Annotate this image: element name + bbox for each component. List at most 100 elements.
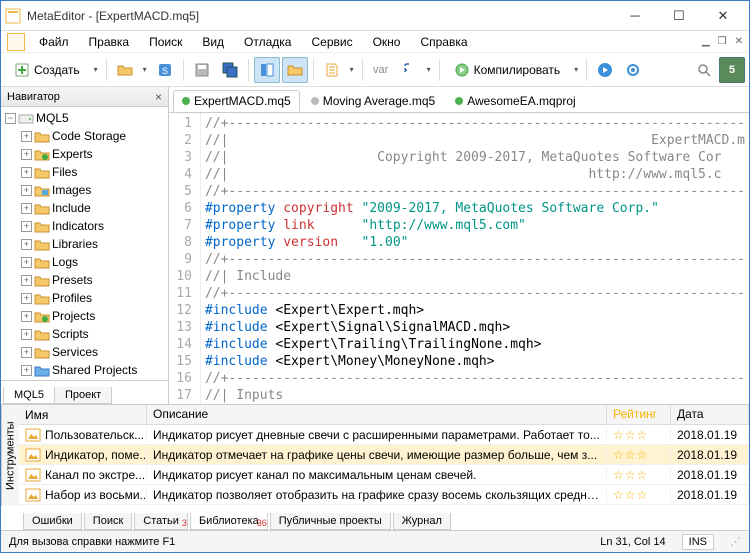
table-row[interactable]: Пользовательск...Индикатор рисует дневны… <box>19 425 749 445</box>
expand-icon[interactable]: + <box>21 293 32 304</box>
bottom-tab[interactable]: Поиск <box>84 513 132 530</box>
notification-button[interactable]: 5 <box>719 57 745 83</box>
tree-root[interactable]: − MQL5 <box>1 109 168 127</box>
source-text[interactable]: //+-------------------------------------… <box>201 113 749 404</box>
tree-item[interactable]: +Experts <box>1 145 168 163</box>
code-area[interactable]: 1234567891011121314151617 //+-----------… <box>169 113 749 404</box>
expand-icon[interactable]: + <box>21 221 32 232</box>
mdi-close-icon[interactable]: ✕ <box>731 36 747 47</box>
editor-tab[interactable]: AwesomeEA.mqproj <box>446 90 585 112</box>
function-dropdown[interactable]: ▾ <box>424 65 434 74</box>
bottom-tab[interactable]: Ошибки <box>23 513 82 530</box>
create-button[interactable]: Создать <box>5 57 89 83</box>
compile-dropdown[interactable]: ▾ <box>571 65 581 74</box>
editor-tab[interactable]: Moving Average.mq5 <box>302 90 445 112</box>
expand-icon[interactable]: + <box>21 167 32 178</box>
rating-stars: ☆☆☆ <box>607 468 671 482</box>
menu-Поиск[interactable]: Поиск <box>139 33 192 51</box>
close-button[interactable]: ✕ <box>701 2 745 30</box>
titlebar: MetaEditor - [ExpertMACD.mq5] ─ ☐ ✕ <box>1 1 749 31</box>
navigator-tree[interactable]: − MQL5 +Code Storage+Experts+Files+Image… <box>1 107 168 380</box>
save-button[interactable] <box>189 57 215 83</box>
expand-icon[interactable]: + <box>21 311 32 322</box>
mql5-storage-button[interactable]: S <box>152 57 178 83</box>
compile-button[interactable]: Компилировать <box>445 57 570 83</box>
bottom-tab[interactable]: Библиотека36 <box>190 513 268 530</box>
navigator-toggle-button[interactable] <box>254 57 280 83</box>
svg-text:S: S <box>162 66 168 76</box>
navigator-close-icon[interactable]: × <box>155 90 162 104</box>
styler-button[interactable] <box>319 57 345 83</box>
menu-Отладка[interactable]: Отладка <box>234 33 301 51</box>
minimize-button[interactable]: ─ <box>613 2 657 30</box>
menu-Сервис[interactable]: Сервис <box>301 33 362 51</box>
folder-icon <box>34 255 50 269</box>
styler-dropdown[interactable]: ▾ <box>347 65 357 74</box>
tree-item[interactable]: +Include <box>1 199 168 217</box>
system-menu-icon[interactable] <box>7 33 25 51</box>
function-list-button[interactable] <box>396 57 422 83</box>
menu-Правка[interactable]: Правка <box>79 33 140 51</box>
expand-icon[interactable]: + <box>21 275 32 286</box>
create-dropdown[interactable]: ▾ <box>91 65 101 74</box>
save-all-button[interactable] <box>217 57 243 83</box>
nav-tab-mql5[interactable]: MQL5 <box>3 387 55 404</box>
menu-Вид[interactable]: Вид <box>192 33 234 51</box>
expand-icon[interactable]: + <box>21 185 32 196</box>
bottom-tabs: ОшибкиПоискСтатьи3Библиотека36Публичные … <box>19 506 749 530</box>
tree-item[interactable]: +Files <box>1 163 168 181</box>
resize-grip-icon[interactable]: ⋰ <box>730 535 741 548</box>
open-button[interactable] <box>112 57 138 83</box>
status-ins[interactable]: INS <box>682 534 714 550</box>
tree-item[interactable]: +Scripts <box>1 325 168 343</box>
tree-item[interactable]: +Indicators <box>1 217 168 235</box>
mdi-minimize-icon[interactable]: ▁ <box>698 36 714 47</box>
open-dropdown[interactable]: ▾ <box>140 65 150 74</box>
tree-item[interactable]: +Presets <box>1 271 168 289</box>
expand-icon[interactable]: + <box>21 239 32 250</box>
tree-item[interactable]: +Code Storage <box>1 127 168 145</box>
settings-button[interactable] <box>620 57 646 83</box>
tree-item[interactable]: +Libraries <box>1 235 168 253</box>
tree-item[interactable]: +Services <box>1 343 168 361</box>
expand-icon[interactable]: + <box>21 131 32 142</box>
item-icon <box>25 488 41 502</box>
expand-icon[interactable]: + <box>21 329 32 340</box>
mdi-restore-icon[interactable]: ❐ <box>714 36 731 47</box>
navigator-panel: Навигатор × − MQL5 +Code Storage+Experts… <box>1 87 169 404</box>
tree-item[interactable]: +Shared Projects <box>1 361 168 379</box>
line-gutter: 1234567891011121314151617 <box>169 113 201 404</box>
editor-tab[interactable]: ExpertMACD.mq5 <box>173 90 300 112</box>
bottom-vertical-tab[interactable]: Инструменты <box>1 405 19 506</box>
expand-icon[interactable]: + <box>21 365 32 376</box>
expand-icon[interactable]: + <box>21 149 32 160</box>
nav-tab-project[interactable]: Проект <box>54 387 112 404</box>
collapse-icon[interactable]: − <box>5 113 16 124</box>
bottom-tab[interactable]: Публичные проекты <box>270 513 391 530</box>
tree-item[interactable]: +Logs <box>1 253 168 271</box>
var-button[interactable]: var <box>368 57 394 83</box>
table-row[interactable]: Индикатор, поме...Индикатор отмечает на … <box>19 445 749 465</box>
tree-item[interactable]: +Profiles <box>1 289 168 307</box>
menu-Окно[interactable]: Окно <box>363 33 411 51</box>
expand-icon[interactable]: + <box>21 257 32 268</box>
expand-icon[interactable]: + <box>21 347 32 358</box>
folder-icon <box>34 327 50 341</box>
item-icon <box>25 428 41 442</box>
search-icon-button[interactable] <box>691 57 717 83</box>
bottom-tab[interactable]: Статьи3 <box>134 513 188 530</box>
maximize-button[interactable]: ☐ <box>657 2 701 30</box>
folder-icon <box>34 165 50 179</box>
bottom-tab[interactable]: Журнал <box>393 513 451 530</box>
table-row[interactable]: Набор из восьми...Индикатор позволяет от… <box>19 485 749 505</box>
tree-item[interactable]: +Projects <box>1 307 168 325</box>
menu-Справка[interactable]: Справка <box>410 33 477 51</box>
expand-icon[interactable]: + <box>21 203 32 214</box>
status-dot-icon <box>182 97 190 105</box>
table-row[interactable]: Канал по экстре...Индикатор рисует канал… <box>19 465 749 485</box>
toolbox-toggle-button[interactable] <box>282 57 308 83</box>
tree-item[interactable]: +Images <box>1 181 168 199</box>
menu-Файл[interactable]: Файл <box>29 33 79 51</box>
terminal-button[interactable] <box>592 57 618 83</box>
folder-icon <box>34 129 50 143</box>
